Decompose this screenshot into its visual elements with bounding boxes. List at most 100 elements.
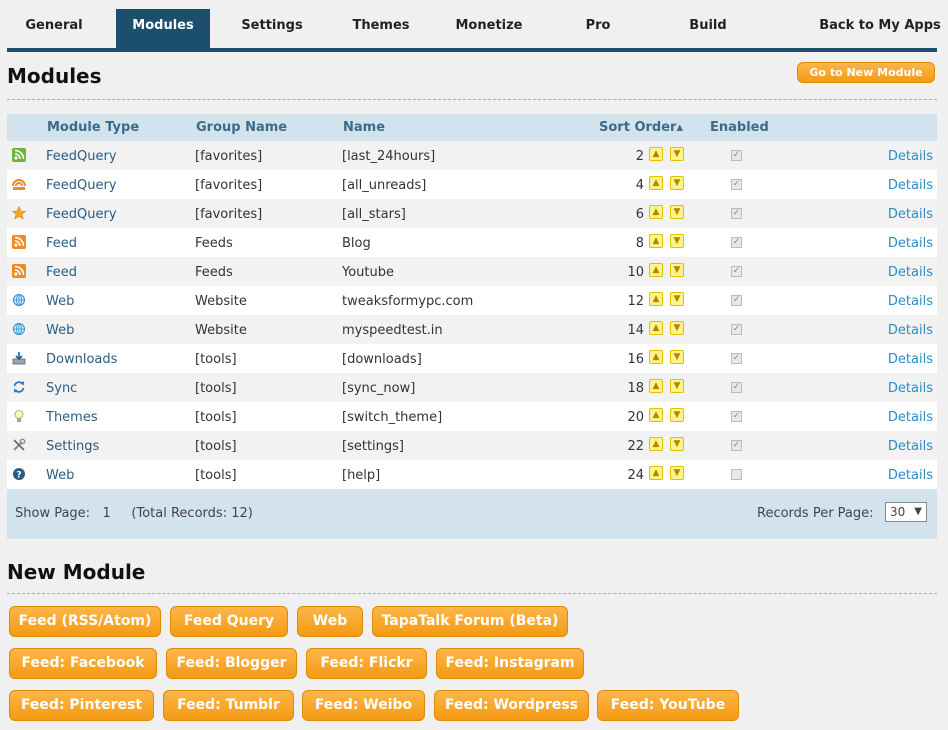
new-module-tapatalk-button[interactable]: TapaTalk Forum (Beta) xyxy=(372,606,568,637)
details-link[interactable]: Details xyxy=(888,410,933,425)
move-down-icon[interactable]: ▼ xyxy=(670,408,684,422)
enabled-checkbox[interactable]: ✓ xyxy=(731,440,742,451)
help-icon: ? xyxy=(12,467,26,481)
module-type-cell: Sync xyxy=(46,381,78,396)
tab-general[interactable]: General xyxy=(18,9,90,48)
move-up-icon[interactable]: ▲ xyxy=(649,205,663,219)
module-type-cell: Themes xyxy=(46,410,98,425)
move-down-icon[interactable]: ▼ xyxy=(670,350,684,364)
new-module-facebook-button[interactable]: Feed: Facebook xyxy=(9,648,157,679)
column-enabled[interactable]: Enabled xyxy=(710,120,769,135)
back-to-my-apps-link[interactable]: Back to My Apps xyxy=(818,9,942,48)
new-module-web-button[interactable]: Web xyxy=(297,606,363,637)
enabled-checkbox[interactable]: ✓ xyxy=(731,237,742,248)
sort-order-cell: 14 xyxy=(627,323,644,338)
move-down-icon[interactable]: ▼ xyxy=(670,147,684,161)
enabled-checkbox[interactable]: ✓ xyxy=(731,208,742,219)
move-down-icon[interactable]: ▼ xyxy=(670,234,684,248)
tab-monetize[interactable]: Monetize xyxy=(453,9,525,48)
new-module-tumblr-button[interactable]: Feed: Tumblr xyxy=(163,690,294,721)
details-link[interactable]: Details xyxy=(888,294,933,309)
enabled-checkbox[interactable]: ✓ xyxy=(731,295,742,306)
enabled-checkbox[interactable]: ✓ xyxy=(731,266,742,277)
move-up-icon[interactable]: ▲ xyxy=(649,147,663,161)
tab-pro[interactable]: Pro xyxy=(570,9,626,48)
column-sort-order[interactable]: Sort Order▴ xyxy=(599,120,683,135)
move-up-icon[interactable]: ▲ xyxy=(649,466,663,480)
top-nav: General Modules Settings Themes Monetize… xyxy=(0,9,948,48)
move-up-icon[interactable]: ▲ xyxy=(649,176,663,190)
column-name[interactable]: Name xyxy=(343,120,385,135)
group-name-cell: Website xyxy=(195,323,247,338)
column-module-type[interactable]: Module Type xyxy=(47,120,139,135)
enabled-checkbox[interactable]: ✓ xyxy=(731,382,742,393)
move-down-icon[interactable]: ▼ xyxy=(670,437,684,451)
move-up-icon[interactable]: ▲ xyxy=(649,437,663,451)
enabled-checkbox[interactable]: ✓ xyxy=(731,353,742,364)
enabled-checkbox[interactable] xyxy=(731,469,742,480)
details-link[interactable]: Details xyxy=(888,323,933,338)
new-module-youtube-button[interactable]: Feed: YouTube xyxy=(597,690,739,721)
tab-settings[interactable]: Settings xyxy=(236,9,308,48)
new-module-instagram-button[interactable]: Feed: Instagram xyxy=(436,648,584,679)
module-type-cell: FeedQuery xyxy=(46,207,117,222)
details-link[interactable]: Details xyxy=(888,207,933,222)
move-down-icon[interactable]: ▼ xyxy=(670,379,684,393)
enabled-checkbox[interactable]: ✓ xyxy=(731,150,742,161)
details-link[interactable]: Details xyxy=(888,149,933,164)
move-up-icon[interactable]: ▲ xyxy=(649,321,663,335)
tab-modules[interactable]: Modules xyxy=(116,9,210,48)
new-module-blogger-button[interactable]: Feed: Blogger xyxy=(166,648,297,679)
new-module-feed-query-button[interactable]: Feed Query xyxy=(170,606,288,637)
move-down-icon[interactable]: ▼ xyxy=(670,176,684,190)
new-module-flickr-button[interactable]: Feed: Flickr xyxy=(306,648,427,679)
move-up-icon[interactable]: ▲ xyxy=(649,408,663,422)
sync-icon xyxy=(12,380,26,394)
rss-orange-icon xyxy=(12,264,26,278)
show-page-label: Show Page: xyxy=(15,506,91,521)
sort-order-cell: 4 xyxy=(635,178,644,193)
page-number[interactable]: 1 xyxy=(102,506,110,521)
records-per-page-select[interactable]: 30 ▼ xyxy=(885,502,927,522)
enabled-checkbox[interactable]: ✓ xyxy=(731,179,742,190)
move-down-icon[interactable]: ▼ xyxy=(670,292,684,306)
go-to-new-module-button[interactable]: Go to New Module xyxy=(797,62,935,83)
table-row: ? Web [tools] [help] 24 ▲ ▼ Details xyxy=(7,460,937,489)
details-link[interactable]: Details xyxy=(888,236,933,251)
move-up-icon[interactable]: ▲ xyxy=(649,234,663,248)
move-down-icon[interactable]: ▼ xyxy=(670,205,684,219)
sort-order-cell: 18 xyxy=(627,381,644,396)
divider xyxy=(7,593,937,594)
tab-themes[interactable]: Themes xyxy=(345,9,417,48)
move-down-icon[interactable]: ▼ xyxy=(670,466,684,480)
move-down-icon[interactable]: ▼ xyxy=(670,263,684,277)
table-row: Downloads [tools] [downloads] 16 ▲ ▼ ✓ Details xyxy=(7,344,937,373)
column-group-name[interactable]: Group Name xyxy=(196,120,287,135)
move-up-icon[interactable]: ▲ xyxy=(649,379,663,393)
new-module-weibo-button[interactable]: Feed: Weibo xyxy=(302,690,425,721)
new-module-wordpress-button[interactable]: Feed: Wordpress xyxy=(434,690,589,721)
move-down-icon[interactable]: ▼ xyxy=(670,321,684,335)
table-row: Themes [tools] [switch_theme] 20 ▲ ▼ ✓ Details xyxy=(7,402,937,431)
details-link[interactable]: Details xyxy=(888,265,933,280)
sort-order-cell: 2 xyxy=(635,149,644,164)
enabled-checkbox[interactable]: ✓ xyxy=(731,324,742,335)
move-up-icon[interactable]: ▲ xyxy=(649,292,663,306)
details-link[interactable]: Details xyxy=(888,439,933,454)
move-up-icon[interactable]: ▲ xyxy=(649,263,663,277)
sort-order-cell: 8 xyxy=(635,236,644,251)
details-link[interactable]: Details xyxy=(888,381,933,396)
table-row: FeedQuery [favorites] [all_unreads] 4 ▲ ▼ ✓ Det… xyxy=(7,170,937,199)
new-module-pinterest-button[interactable]: Feed: Pinterest xyxy=(9,690,154,721)
details-link[interactable]: Details xyxy=(888,178,933,193)
enabled-checkbox[interactable]: ✓ xyxy=(731,411,742,422)
group-name-cell: [tools] xyxy=(195,468,237,483)
page-title: Modules xyxy=(7,64,102,88)
new-module-feed-rss-button[interactable]: Feed (RSS/Atom) xyxy=(9,606,161,637)
table-row: Web Website tweaksformypc.com 12 ▲ ▼ ✓ Details xyxy=(7,286,937,315)
move-up-icon[interactable]: ▲ xyxy=(649,350,663,364)
details-link[interactable]: Details xyxy=(888,468,933,483)
tab-build[interactable]: Build xyxy=(680,9,736,48)
group-name-cell: [favorites] xyxy=(195,207,263,222)
details-link[interactable]: Details xyxy=(888,352,933,367)
